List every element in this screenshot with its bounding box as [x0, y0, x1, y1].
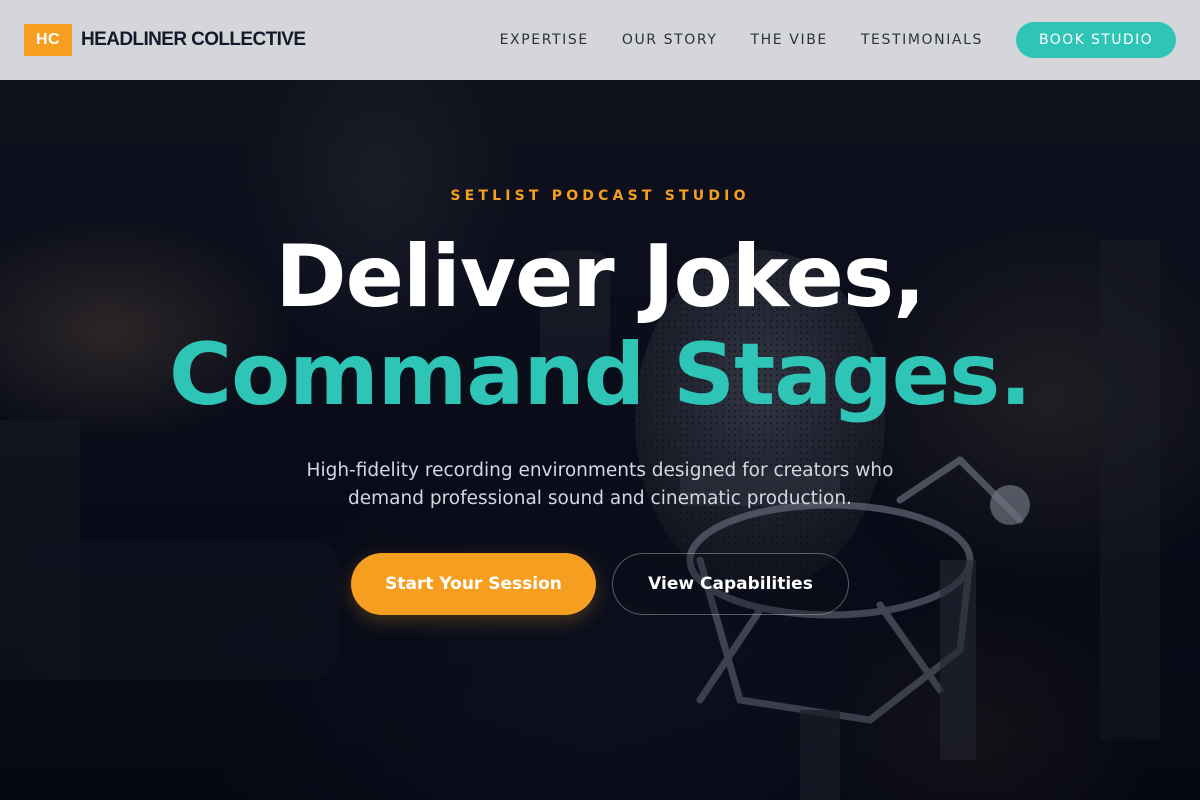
headline-line-1: Deliver Jokes, — [275, 227, 926, 327]
brand-logo[interactable]: HC HEADLINER COLLECTIVE — [24, 24, 306, 56]
hero-cta-row: Start Your Session View Capabilities — [0, 553, 1200, 615]
book-studio-button[interactable]: BOOK STUDIO — [1016, 22, 1176, 58]
hero-subtext: High-fidelity recording environments des… — [306, 460, 894, 509]
nav-link-our-story[interactable]: OUR STORY — [622, 32, 718, 48]
start-session-button[interactable]: Start Your Session — [351, 553, 596, 615]
nav-link-testimonials[interactable]: TESTIMONIALS — [861, 32, 983, 48]
hero-eyebrow: SETLIST PODCAST STUDIO — [450, 188, 750, 204]
main-nav: EXPERTISE OUR STORY THE VIBE TESTIMONIAL… — [500, 22, 1176, 58]
site-header: HC HEADLINER COLLECTIVE EXPERTISE OUR ST… — [0, 0, 1200, 80]
brand-name: HEADLINER COLLECTIVE — [81, 29, 306, 50]
view-capabilities-button[interactable]: View Capabilities — [612, 553, 849, 615]
nav-link-the-vibe[interactable]: THE VIBE — [751, 32, 828, 48]
logo-badge: HC — [24, 24, 72, 56]
hero-headline: Deliver Jokes, Command Stages. — [0, 228, 1200, 424]
hero-section: SETLIST PODCAST STUDIO Deliver Jokes, Co… — [0, 80, 1200, 800]
headline-line-2: Command Stages. — [168, 325, 1032, 425]
nav-link-expertise[interactable]: EXPERTISE — [500, 32, 589, 48]
